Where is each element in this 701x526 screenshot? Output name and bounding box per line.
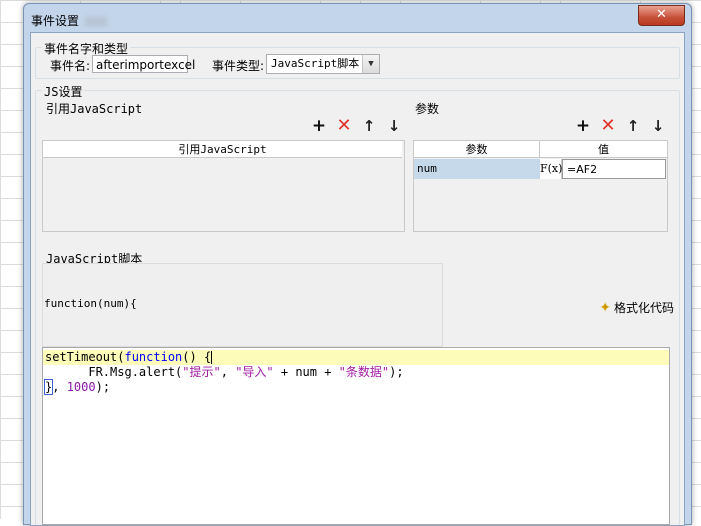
param-value-cell[interactable]: =AF2 (562, 159, 666, 179)
params-value-header[interactable]: 值 (540, 141, 667, 158)
code-line-3[interactable]: }, 1000); (43, 379, 669, 395)
ref-js-section-title: 引用JavaScript (46, 102, 143, 116)
dialog-title: 事件设置 (31, 12, 108, 29)
param-name-cell[interactable]: num (414, 159, 540, 179)
ref-js-table: 引用JavaScript (42, 140, 405, 232)
function-signature-area: function(num){ (42, 263, 443, 347)
event-type-label: 事件类型: (212, 59, 265, 73)
params-section-title: 参数 (415, 102, 440, 116)
add-icon[interactable]: + (310, 117, 328, 135)
format-code-label: 格式化代码 (613, 301, 674, 315)
script-editor[interactable]: setTimeout(function() { FR.Msg.alert("提示… (42, 347, 670, 525)
title-bar: 事件设置 ✕ (24, 4, 691, 32)
param-delete-icon[interactable]: ✕ (599, 117, 617, 135)
event-type-select[interactable]: JavaScript脚本 ▼ (266, 54, 380, 74)
param-move-up-icon[interactable]: ↑ (624, 117, 642, 135)
format-code-button[interactable]: ✦ 格式化代码 (599, 299, 674, 316)
event-name-field[interactable]: afterimportexcel (92, 55, 195, 73)
params-table: 参数 值 num F(x) =AF2 (413, 140, 668, 232)
move-up-icon[interactable]: ↑ (360, 117, 378, 135)
code-line-1[interactable]: setTimeout(function() { (43, 350, 669, 365)
close-button[interactable]: ✕ (638, 5, 685, 26)
chevron-down-icon[interactable]: ▼ (362, 55, 379, 73)
event-type-value: JavaScript脚本 (271, 57, 360, 70)
params-name-header[interactable]: 参数 (414, 141, 540, 158)
broom-icon: ✦ (599, 300, 611, 316)
formula-icon[interactable]: F(x) (540, 159, 562, 179)
code-line-2[interactable]: FR.Msg.alert("提示", "导入" + num + "条数据"); (43, 365, 669, 380)
dialog-client-area: 事件名字和类型 事件名: afterimportexcel 事件类型: Java… (30, 32, 685, 526)
event-name-type-group: 事件名字和类型 事件名: afterimportexcel 事件类型: Java… (35, 40, 680, 79)
move-down-icon[interactable]: ↓ (385, 117, 403, 135)
function-signature: function(num){ (44, 297, 137, 310)
js-settings-group-title: JS设置 (42, 83, 85, 100)
ref-js-column-header[interactable]: 引用JavaScript (43, 141, 402, 158)
delete-icon[interactable]: ✕ (335, 117, 353, 135)
event-name-label: 事件名: (50, 59, 91, 73)
event-settings-dialog: 事件设置 ✕ 事件名字和类型 事件名: afterimportexcel 事件类… (23, 3, 692, 526)
param-add-icon[interactable]: + (574, 117, 592, 135)
param-move-down-icon[interactable]: ↓ (649, 117, 667, 135)
